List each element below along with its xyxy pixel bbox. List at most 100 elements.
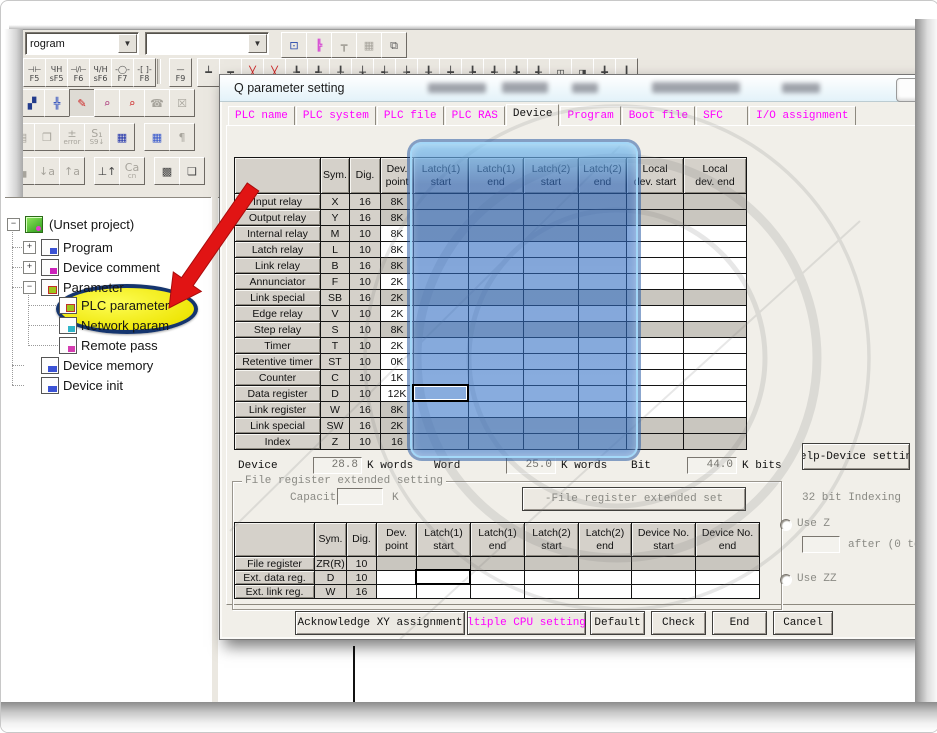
wiring-icon[interactable]: ╬ (44, 89, 70, 117)
tree-expander-collapse[interactable]: − (7, 218, 20, 231)
annotation-latch-columns-overlay (410, 142, 638, 458)
tab-device[interactable]: Device (506, 104, 560, 126)
table-cell: ST (321, 354, 350, 370)
table-cell[interactable]: 12K (381, 386, 414, 402)
table-cell[interactable] (632, 571, 696, 585)
table-cell[interactable] (377, 571, 417, 585)
tree-expander-expand[interactable]: + (23, 261, 36, 274)
ladder-symbol-button-F9[interactable]: —F9 (169, 58, 192, 87)
table-cell[interactable]: 0K (381, 354, 414, 370)
cancel-button[interactable]: Cancel (773, 611, 833, 635)
table-cell: 10 (350, 338, 381, 354)
ladder-symbol-button-F8[interactable]: -[ ]-F8 (133, 58, 156, 87)
table-cell[interactable]: 2K (381, 306, 414, 322)
table-cell[interactable] (471, 571, 525, 585)
jump-icon[interactable]: ⊥↑ (94, 157, 120, 185)
acknowledge-xy-assignment-button[interactable]: Acknowledge XY assignment (295, 611, 465, 635)
watermark-blur-blob (428, 83, 486, 93)
monitor-icon[interactable]: ⌕ (94, 89, 120, 117)
table-cell[interactable] (696, 571, 760, 585)
table-cell[interactable] (684, 306, 747, 322)
tree-item-unset-project[interactable]: (Unset project) (49, 215, 134, 233)
table-cell[interactable] (684, 226, 747, 242)
table-cell[interactable] (632, 585, 696, 599)
copy-tool-icon[interactable]: ⧉ (381, 32, 407, 58)
new-window-icon[interactable]: ⊡ (281, 32, 307, 58)
find-next-icon: ↓a (34, 157, 60, 185)
ladder-symbol-button-sF6[interactable]: Ч/НsF6 (89, 58, 112, 87)
program-select-combo[interactable]: rogram ▼ (25, 32, 139, 55)
tab-i-o-assignment[interactable]: I/O assignment (749, 106, 855, 126)
ladder-symbol-button-F5[interactable]: ⊣⊢F5 (23, 58, 46, 87)
default-button[interactable]: Default (590, 611, 645, 635)
chevron-down-icon[interactable]: ▼ (118, 34, 137, 53)
tree-item-device-init[interactable]: Device init (63, 376, 123, 394)
table-cell[interactable] (377, 585, 417, 599)
column-header: Dig. (350, 158, 381, 194)
table-cell[interactable] (684, 354, 747, 370)
tree-item-parameter[interactable]: Parameter (63, 278, 124, 296)
chevron-down-icon[interactable]: ▼ (248, 34, 267, 53)
table-cell[interactable]: 8K (381, 242, 414, 258)
ladder-symbol-button-F7[interactable]: -◯-F7 (111, 58, 134, 87)
monitor-write-icon[interactable]: ⌕ (119, 89, 145, 117)
tab-program[interactable]: Program (560, 106, 620, 126)
tab-boot-file[interactable]: Boot file (622, 106, 695, 126)
table-cell[interactable] (696, 585, 760, 599)
capacity-field[interactable] (337, 488, 383, 505)
tab-plc-name[interactable]: PLC name (228, 106, 295, 126)
multiple-cpu-settings-button[interactable]: ltiple CPU setting (467, 611, 586, 635)
use-z-radio[interactable] (780, 519, 792, 531)
table-cell (632, 557, 696, 571)
ladder-symbol-button-F6[interactable]: ⊣/⊢F6 (67, 58, 90, 87)
table-cell[interactable] (684, 338, 747, 354)
tab-plc-file[interactable]: PLC file (377, 106, 444, 126)
file-register-selected-cell[interactable] (415, 569, 471, 585)
grid2-icon[interactable]: ▦ (144, 123, 170, 151)
ladder-symbol-button-sF5[interactable]: ЧНsF5 (45, 58, 68, 87)
secondary-combo[interactable]: ▼ (145, 32, 269, 55)
frame-shadow-left (1, 29, 23, 197)
check-button[interactable]: Check (651, 611, 706, 635)
device-table-selected-cell[interactable] (412, 384, 469, 402)
table-cell[interactable] (525, 585, 579, 599)
table-cell[interactable] (684, 402, 747, 418)
table-cell: 8K (381, 210, 414, 226)
end-button[interactable]: End (712, 611, 767, 635)
table-cell[interactable] (525, 571, 579, 585)
tree-item-label: (Unset project) (49, 217, 134, 232)
error-check-icon: ±error (59, 123, 85, 151)
write-mode-icon[interactable]: ✎ (69, 89, 95, 117)
table-cell[interactable] (684, 242, 747, 258)
help-device-setting-button[interactable]: elp-Device settin (802, 443, 910, 470)
tree-item-device-memory[interactable]: Device memory (63, 356, 153, 374)
table-cell[interactable] (471, 585, 525, 599)
use-zz-radio[interactable] (780, 574, 792, 586)
table-cell[interactable] (417, 585, 471, 599)
tab-sfc[interactable]: SFC (696, 106, 748, 126)
table-cell[interactable]: 1K (381, 370, 414, 386)
tab-plc-ras[interactable]: PLC RAS (445, 106, 505, 126)
tree-item-program[interactable]: Program (63, 238, 113, 256)
indexing-after-field[interactable] (802, 536, 840, 553)
table-cell[interactable]: 2K (381, 338, 414, 354)
table-cell[interactable] (684, 370, 747, 386)
table-cell[interactable]: 8K (381, 226, 414, 242)
table-cell: 10 (350, 386, 381, 402)
table-cell[interactable] (579, 585, 632, 599)
use-z-label: Use Z (797, 518, 830, 530)
tree-expander-expand[interactable]: + (23, 241, 36, 254)
file-register-extended-button[interactable]: -File register extended set (522, 487, 746, 511)
table-cell[interactable]: 2K (381, 274, 414, 290)
dialog-titlebar[interactable]: Q parameter setting (220, 75, 922, 102)
tab-plc-system[interactable]: PLC system (296, 106, 376, 126)
tree-expander-collapse[interactable]: − (23, 281, 36, 294)
project-tree-icon[interactable]: ╠ (306, 32, 332, 58)
table-cell[interactable] (684, 386, 747, 402)
table-cell[interactable] (684, 274, 747, 290)
device-total-unit: K words (367, 460, 413, 472)
table-cell[interactable] (579, 571, 632, 585)
grid-icon[interactable]: ▦ (109, 123, 135, 151)
pulse-contact-button[interactable]: ┷ (197, 58, 220, 87)
table-cell[interactable] (684, 258, 747, 274)
